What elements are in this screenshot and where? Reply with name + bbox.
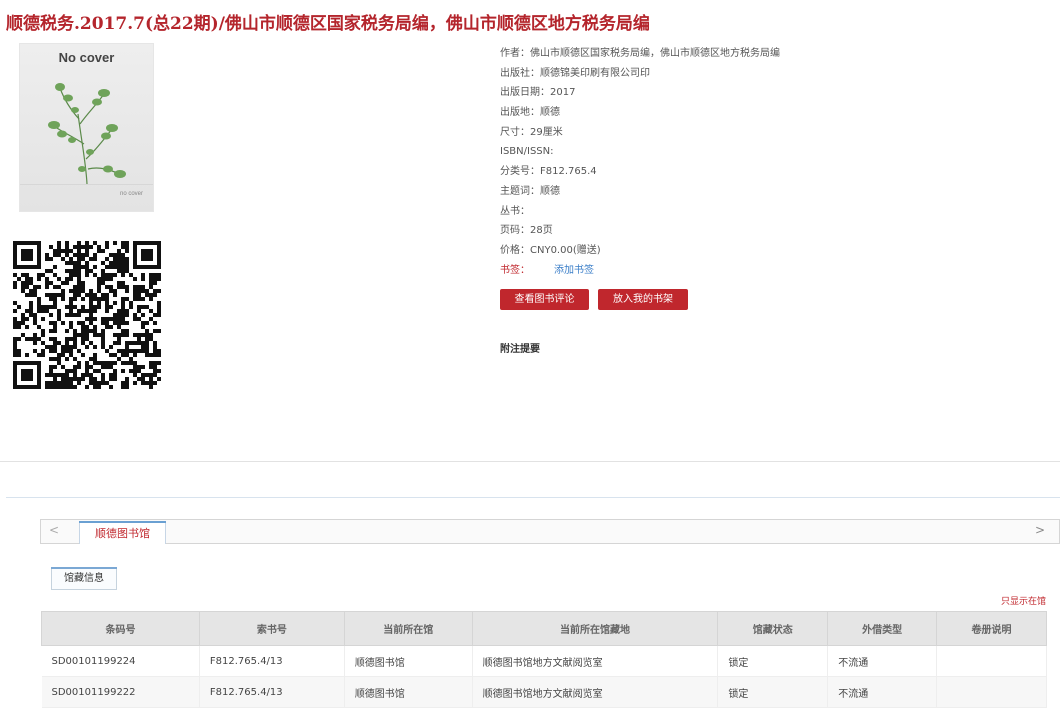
holdings-subpanel	[40, 544, 1048, 602]
cell-current-library: 顺德图书馆	[344, 645, 473, 677]
holdings-table: 条码号 索书号 当前所在馆 当前所在馆藏地 馆藏状态 外借类型 卷册说明 SD0…	[41, 611, 1047, 708]
scroll-right-icon[interactable]: >	[1035, 523, 1045, 537]
bookmark-row: 书签： 添加书签	[500, 261, 1040, 281]
scroll-left-icon[interactable]: <	[49, 523, 59, 537]
tab-holdings-info[interactable]: 馆藏信息	[51, 567, 117, 590]
table-row: SD00101199224 F812.765.4/13 顺德图书馆 顺德图书馆地…	[41, 645, 1047, 677]
cell-volume-note	[936, 676, 1047, 708]
table-header-row: 条码号 索书号 当前所在馆 当前所在馆藏地 馆藏状态 外借类型 卷册说明	[41, 611, 1047, 646]
cell-barcode: SD00101199222	[41, 676, 200, 708]
cover-divider	[20, 184, 153, 185]
view-reviews-button[interactable]: 查看图书评论	[500, 289, 589, 310]
cover-top-text: No cover	[58, 50, 115, 65]
cell-call-number: F812.765.4/13	[199, 676, 345, 708]
detail-classification: 分类号：F812.765.4	[500, 166, 597, 178]
col-volume-note: 卷册说明	[936, 611, 1047, 646]
book-details: 作者：佛山市顺德区国家税务局编，佛山市顺德区地方税务局编 出版社：顺德锦美印刷有…	[500, 44, 1040, 280]
plant-illustration-icon	[48, 83, 126, 185]
add-to-shelf-button[interactable]: 放入我的书架	[598, 289, 688, 310]
cell-volume-note	[936, 645, 1047, 677]
qr-code-icon	[13, 241, 161, 389]
notes-heading: 附注提要	[500, 344, 540, 355]
cell-barcode: SD00101199224	[41, 645, 200, 677]
detail-isbn: ISBN/ISSN:	[500, 146, 554, 158]
section-divider	[0, 461, 1060, 462]
detail-pub-place: 出版地：顺德	[500, 107, 560, 119]
cell-current-library: 顺德图书馆	[344, 676, 473, 708]
col-current-location: 当前所在馆藏地	[471, 611, 719, 646]
cover-bottom-text: no cover	[119, 191, 143, 197]
detail-price: 价格：CNY0.00(赠送)	[500, 244, 601, 256]
detail-pages: 页码：28页	[500, 225, 553, 237]
detail-series: 丛书：	[500, 205, 530, 217]
detail-subject: 主题词：顺德	[500, 185, 560, 197]
show-available-only-link[interactable]: 只显示在馆	[1001, 594, 1046, 607]
col-barcode: 条码号	[41, 611, 200, 646]
detail-pub-date: 出版日期：2017	[500, 87, 576, 99]
bookmark-label: 书签：	[500, 264, 530, 276]
cell-status: 锁定	[717, 676, 829, 708]
tab-shunde-library[interactable]: 顺德图书馆	[79, 521, 166, 545]
cell-call-number: F812.765.4/13	[199, 645, 345, 677]
col-call-number: 索书号	[198, 611, 345, 646]
detail-publisher: 出版社：顺德锦美印刷有限公司印	[500, 67, 650, 79]
col-current-library: 当前所在馆	[343, 611, 473, 646]
detail-size: 尺寸：29厘米	[500, 126, 563, 138]
cell-loan-type: 不流通	[827, 645, 938, 677]
cell-current-location: 顺德图书馆地方文献阅览室	[472, 676, 719, 708]
library-tabstrip: < 顺德图书馆 >	[40, 519, 1060, 545]
cell-current-location: 顺德图书馆地方文献阅览室	[472, 645, 719, 677]
detail-author: 作者：佛山市顺德区国家税务局编，佛山市顺德区地方税务局编	[500, 48, 780, 59]
cell-status: 锁定	[717, 645, 829, 677]
book-title: 顺德税务.2017.7(总22期)/佛山市顺德区国家税务局编，佛山市顺德区地方税…	[6, 14, 650, 34]
add-bookmark-link[interactable]: 添加书签	[554, 265, 594, 276]
cell-loan-type: 不流通	[827, 676, 938, 708]
col-status: 馆藏状态	[717, 611, 829, 646]
table-row: SD00101199222 F812.765.4/13 顺德图书馆 顺德图书馆地…	[41, 676, 1047, 708]
col-loan-type: 外借类型	[827, 611, 938, 646]
book-cover: No cover no cover	[19, 43, 154, 212]
